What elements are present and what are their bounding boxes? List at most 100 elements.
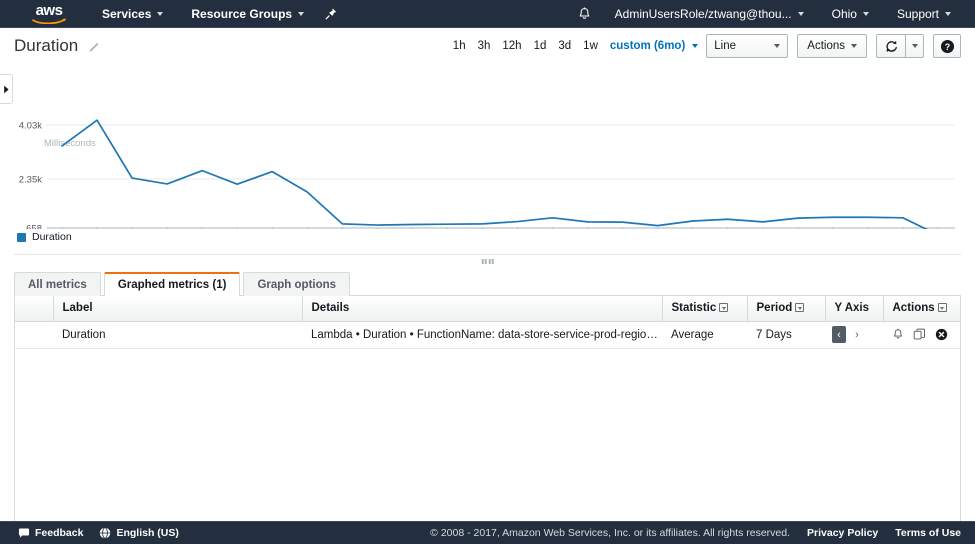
chevron-right-icon: [3, 85, 10, 94]
range-3d[interactable]: 3d: [552, 40, 577, 52]
nav-region-label: Ohio: [832, 7, 857, 21]
col-yaxis-text: Y Axis: [835, 302, 870, 314]
feedback-link[interactable]: Feedback: [18, 527, 83, 539]
chevron-down-icon: [863, 12, 869, 16]
tab-graphed-metrics[interactable]: Graphed metrics (1): [104, 272, 241, 296]
chevron-down-icon: [157, 12, 163, 16]
svg-text:658: 658: [26, 224, 42, 230]
metrics-tab-bar: All metrics Graphed metrics (1) Graph op…: [0, 272, 975, 296]
table-header-row: Label Details Statistic Period Y Axis Ac…: [15, 296, 960, 321]
sort-dropdown-icon[interactable]: [938, 303, 947, 312]
row-period[interactable]: 7 Days: [747, 321, 825, 348]
page-title: Duration: [14, 36, 78, 56]
language-selector[interactable]: English (US): [99, 527, 178, 539]
sort-dropdown-icon[interactable]: [719, 303, 728, 312]
privacy-policy-link[interactable]: Privacy Policy: [807, 527, 878, 539]
alarm-bell-icon[interactable]: [892, 328, 904, 341]
col-period[interactable]: Period: [747, 296, 825, 321]
aws-smile-icon: [32, 17, 66, 24]
language-label: English (US): [116, 527, 178, 539]
nav-account-menu[interactable]: AdminUsersRole/ztwang@thou...: [601, 0, 818, 28]
top-nav-right-group: AdminUsersRole/ztwang@thou... Ohio Suppo…: [568, 0, 975, 28]
col-yaxis[interactable]: Y Axis: [825, 296, 883, 321]
refresh-button[interactable]: [876, 34, 906, 58]
globe-icon: [99, 527, 111, 539]
chart-toolbar: 1h 3h 12h 1d 3d 1w custom (6mo) Line Act…: [447, 34, 961, 58]
range-1h[interactable]: 1h: [447, 40, 472, 52]
chevron-down-icon: [851, 44, 857, 48]
tab-graph-options-label: Graph options: [257, 279, 336, 291]
nav-resource-groups[interactable]: Resource Groups: [177, 0, 318, 28]
col-period-text: Period: [757, 302, 793, 314]
footer-right-group: © 2008 - 2017, Amazon Web Services, Inc.…: [430, 527, 975, 539]
range-3h[interactable]: 3h: [472, 40, 497, 52]
panel-resize-handle[interactable]: [14, 254, 961, 270]
tab-graph-options[interactable]: Graph options: [243, 272, 350, 296]
row-actions: [883, 321, 960, 348]
tab-all-metrics-label: All metrics: [28, 279, 87, 291]
nav-support-menu[interactable]: Support: [883, 0, 965, 28]
range-custom[interactable]: custom (6mo): [604, 40, 691, 52]
nav-resource-groups-label: Resource Groups: [191, 7, 292, 21]
col-actions[interactable]: Actions: [883, 296, 960, 321]
chart-type-select[interactable]: Line: [706, 34, 788, 58]
help-icon: ?: [940, 39, 955, 54]
col-statistic[interactable]: Statistic: [662, 296, 747, 321]
page-footer: Feedback English (US) © 2008 - 2017, Ama…: [0, 521, 975, 544]
remove-icon[interactable]: [935, 328, 948, 341]
nav-services[interactable]: Services: [88, 0, 177, 28]
svg-text:4.03k: 4.03k: [19, 121, 42, 132]
refresh-options-button[interactable]: [905, 34, 924, 58]
row-statistic[interactable]: Average: [662, 321, 747, 348]
col-actions-text: Actions: [893, 302, 935, 314]
top-navigation-bar: aws Services Resource Groups AdminUsersR…: [0, 0, 975, 28]
duplicate-icon[interactable]: [913, 328, 926, 341]
col-statistic-text: Statistic: [672, 302, 717, 314]
table-row[interactable]: Duration Lambda • Duration • FunctionNam…: [15, 321, 960, 348]
graphed-metrics-panel: Label Details Statistic Period Y Axis Ac…: [14, 295, 961, 537]
help-button[interactable]: ?: [933, 34, 961, 58]
col-label-text: Label: [63, 302, 93, 314]
page-header: Duration 1h 3h 12h 1d 3d 1w custom (6mo)…: [0, 28, 975, 64]
terms-of-use-link[interactable]: Terms of Use: [895, 527, 961, 539]
col-label[interactable]: Label: [53, 296, 302, 321]
drag-handle-dots-icon: [481, 259, 494, 264]
col-details[interactable]: Details: [302, 296, 662, 321]
refresh-icon: [885, 40, 898, 53]
row-color-cell: [15, 321, 53, 348]
yaxis-right-button[interactable]: ›: [850, 326, 864, 343]
tab-graphed-metrics-label: Graphed metrics (1): [118, 279, 227, 291]
copyright-text: © 2008 - 2017, Amazon Web Services, Inc.…: [430, 527, 790, 539]
chevron-down-icon: [298, 12, 304, 16]
tab-all-metrics[interactable]: All metrics: [14, 272, 101, 296]
chevron-down-icon: [692, 44, 698, 48]
refresh-button-group: [876, 34, 924, 58]
nav-services-label: Services: [102, 7, 151, 21]
actions-button[interactable]: Actions: [797, 34, 867, 58]
notifications-bell-icon[interactable]: [568, 7, 601, 21]
chart-container: Milliseconds 6582.35k4.03k06/2507/0207/0…: [0, 64, 975, 229]
range-1w[interactable]: 1w: [577, 40, 604, 52]
row-yaxis: ‹ ›: [825, 321, 883, 348]
nav-region-menu[interactable]: Ohio: [818, 0, 883, 28]
range-1d[interactable]: 1d: [528, 40, 553, 52]
time-range-links: 1h 3h 12h 1d 3d 1w custom (6mo): [447, 40, 706, 52]
sidebar-expand-toggle[interactable]: [0, 74, 13, 104]
svg-text:2.35k: 2.35k: [19, 175, 42, 186]
yaxis-left-button[interactable]: ‹: [832, 326, 846, 343]
chevron-down-icon: [912, 44, 918, 48]
sort-dropdown-icon[interactable]: [795, 303, 804, 312]
feedback-label: Feedback: [35, 527, 83, 539]
pencil-icon[interactable]: [88, 40, 101, 53]
range-12h[interactable]: 12h: [496, 40, 527, 52]
chart-plot-area[interactable]: 6582.35k4.03k06/2507/0207/0907/1607/2307…: [0, 64, 975, 234]
chart-type-value: Line: [714, 40, 736, 52]
chevron-down-icon: [945, 12, 951, 16]
chevron-down-icon: [798, 12, 804, 16]
chevron-down-icon: [774, 44, 780, 48]
aws-logo[interactable]: aws: [32, 3, 66, 24]
speech-bubble-icon: [18, 528, 30, 539]
row-label[interactable]: Duration: [53, 321, 302, 348]
nav-support-label: Support: [897, 7, 939, 21]
pin-icon[interactable]: [324, 7, 338, 21]
